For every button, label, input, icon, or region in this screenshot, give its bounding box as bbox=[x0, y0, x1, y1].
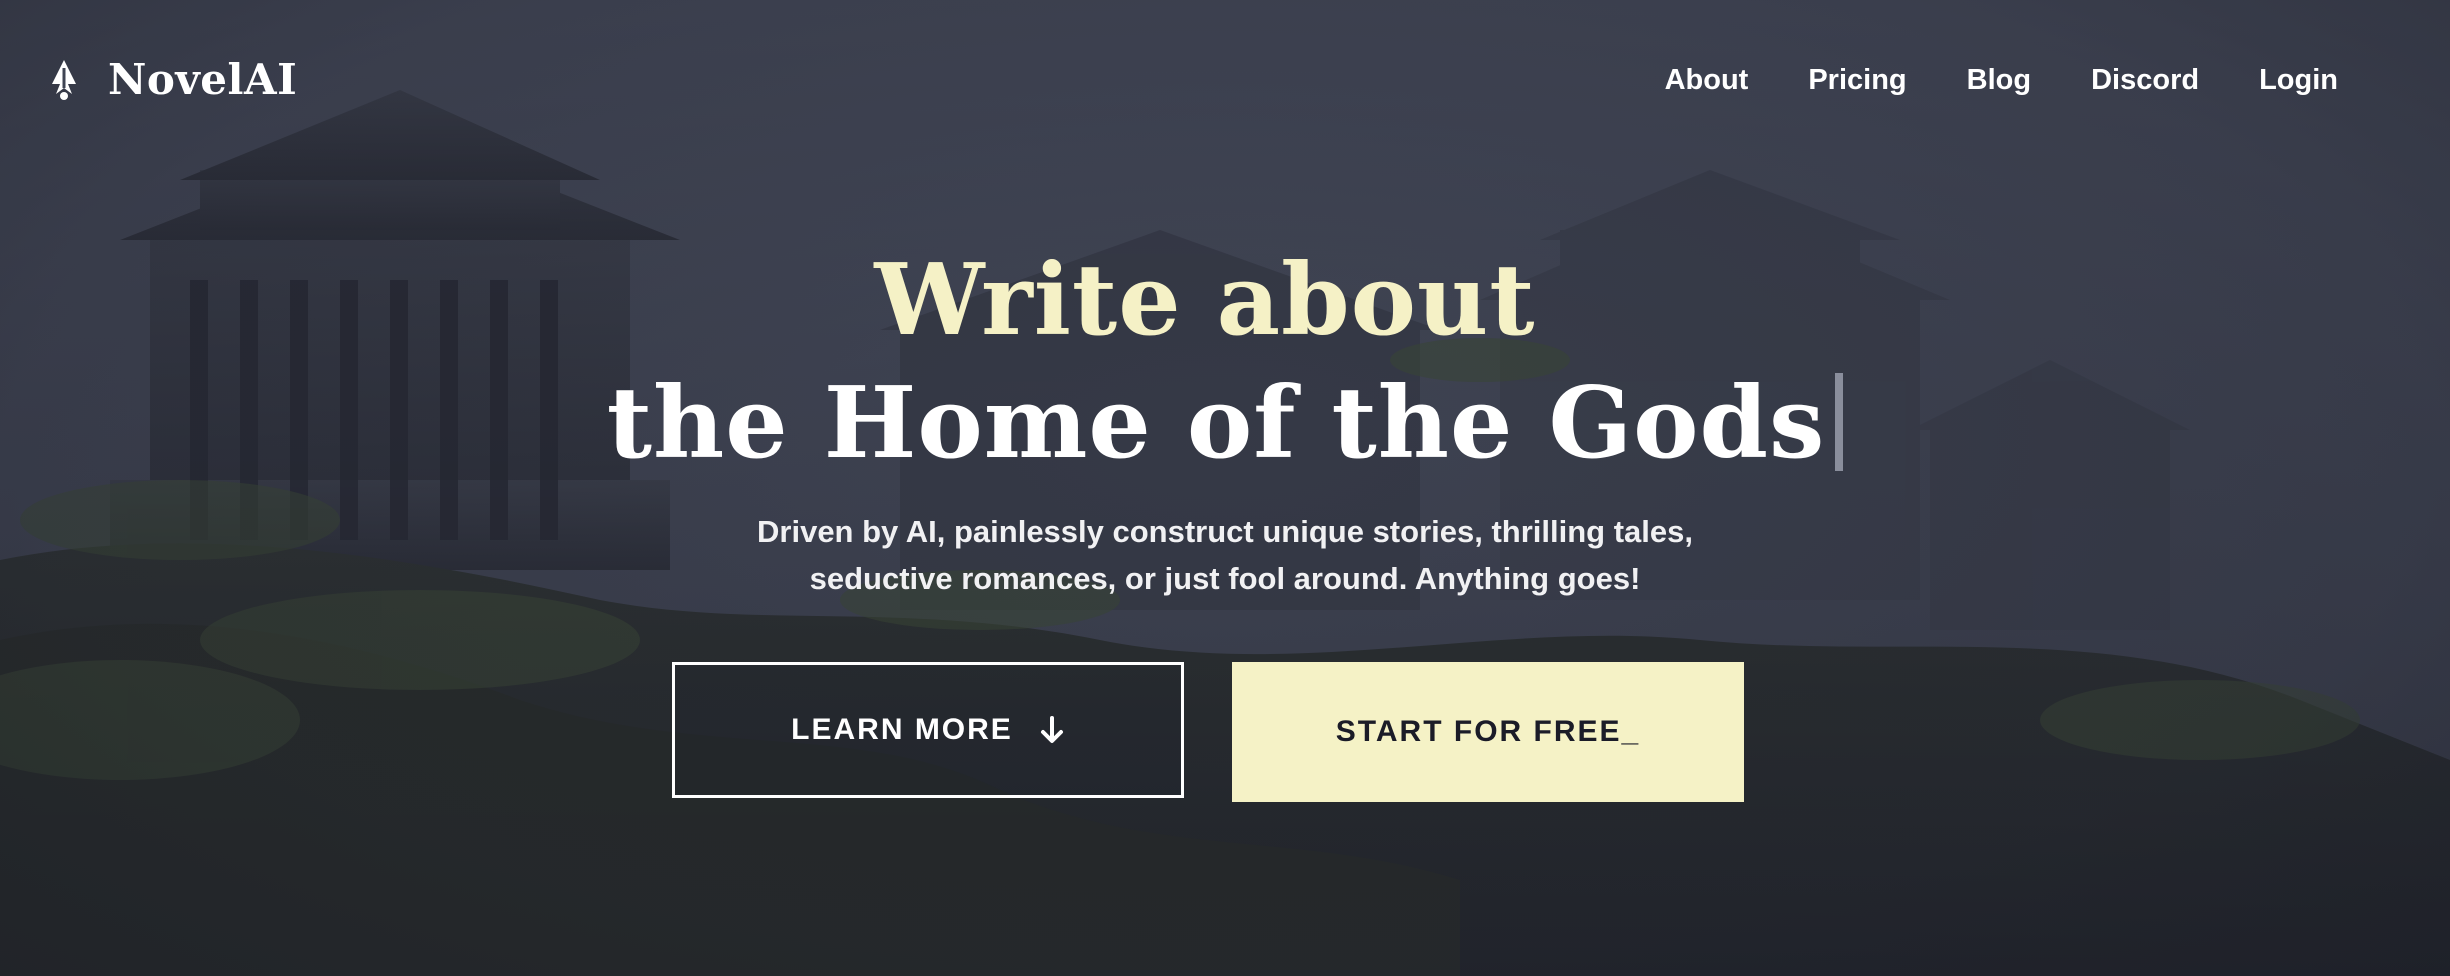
subtitle-line-1: Driven by AI, painlessly construct uniqu… bbox=[757, 514, 1693, 549]
typing-caret bbox=[1835, 373, 1844, 471]
hero-section: NovelAI About Pricing Blog Discord Login… bbox=[0, 0, 2450, 976]
arrow-down-icon bbox=[1040, 716, 1063, 743]
learn-more-label: LEARN MORE bbox=[791, 713, 1013, 746]
headline-line-1: Write about bbox=[874, 243, 1536, 358]
headline-line-2-text: the Home of the Gods bbox=[606, 366, 1826, 481]
nav-link-login[interactable]: Login bbox=[2259, 56, 2338, 104]
nav-link-about[interactable]: About bbox=[1665, 56, 1749, 104]
nav-link-pricing[interactable]: Pricing bbox=[1808, 56, 1906, 104]
subtitle-line-2: seductive romances, or just fool around.… bbox=[809, 561, 1641, 596]
cta-buttons: LEARN MORE START FOR FREE_ bbox=[672, 662, 1744, 802]
top-navigation: NovelAI About Pricing Blog Discord Login bbox=[0, 0, 2450, 160]
hero-subtitle: Driven by AI, painlessly construct uniqu… bbox=[725, 508, 1725, 602]
hero-content: Write about the Home of the Gods Driven … bbox=[0, 240, 2450, 602]
nav-link-blog[interactable]: Blog bbox=[1967, 56, 2031, 104]
main-nav: About Pricing Blog Discord Login bbox=[1605, 56, 2338, 104]
brand-name: NovelAI bbox=[108, 55, 298, 104]
home-logo-link[interactable]: NovelAI bbox=[46, 52, 297, 108]
start-for-free-label: START FOR FREE_ bbox=[1335, 715, 1641, 748]
quill-feather-icon bbox=[52, 60, 76, 100]
nav-link-discord[interactable]: Discord bbox=[2091, 56, 2199, 104]
learn-more-button[interactable]: LEARN MORE bbox=[672, 662, 1184, 798]
start-for-free-button[interactable]: START FOR FREE_ bbox=[1232, 662, 1744, 802]
headline-line-2: the Home of the Gods bbox=[0, 362, 2450, 486]
hero-headline: Write about the Home of the Gods bbox=[0, 240, 2450, 486]
